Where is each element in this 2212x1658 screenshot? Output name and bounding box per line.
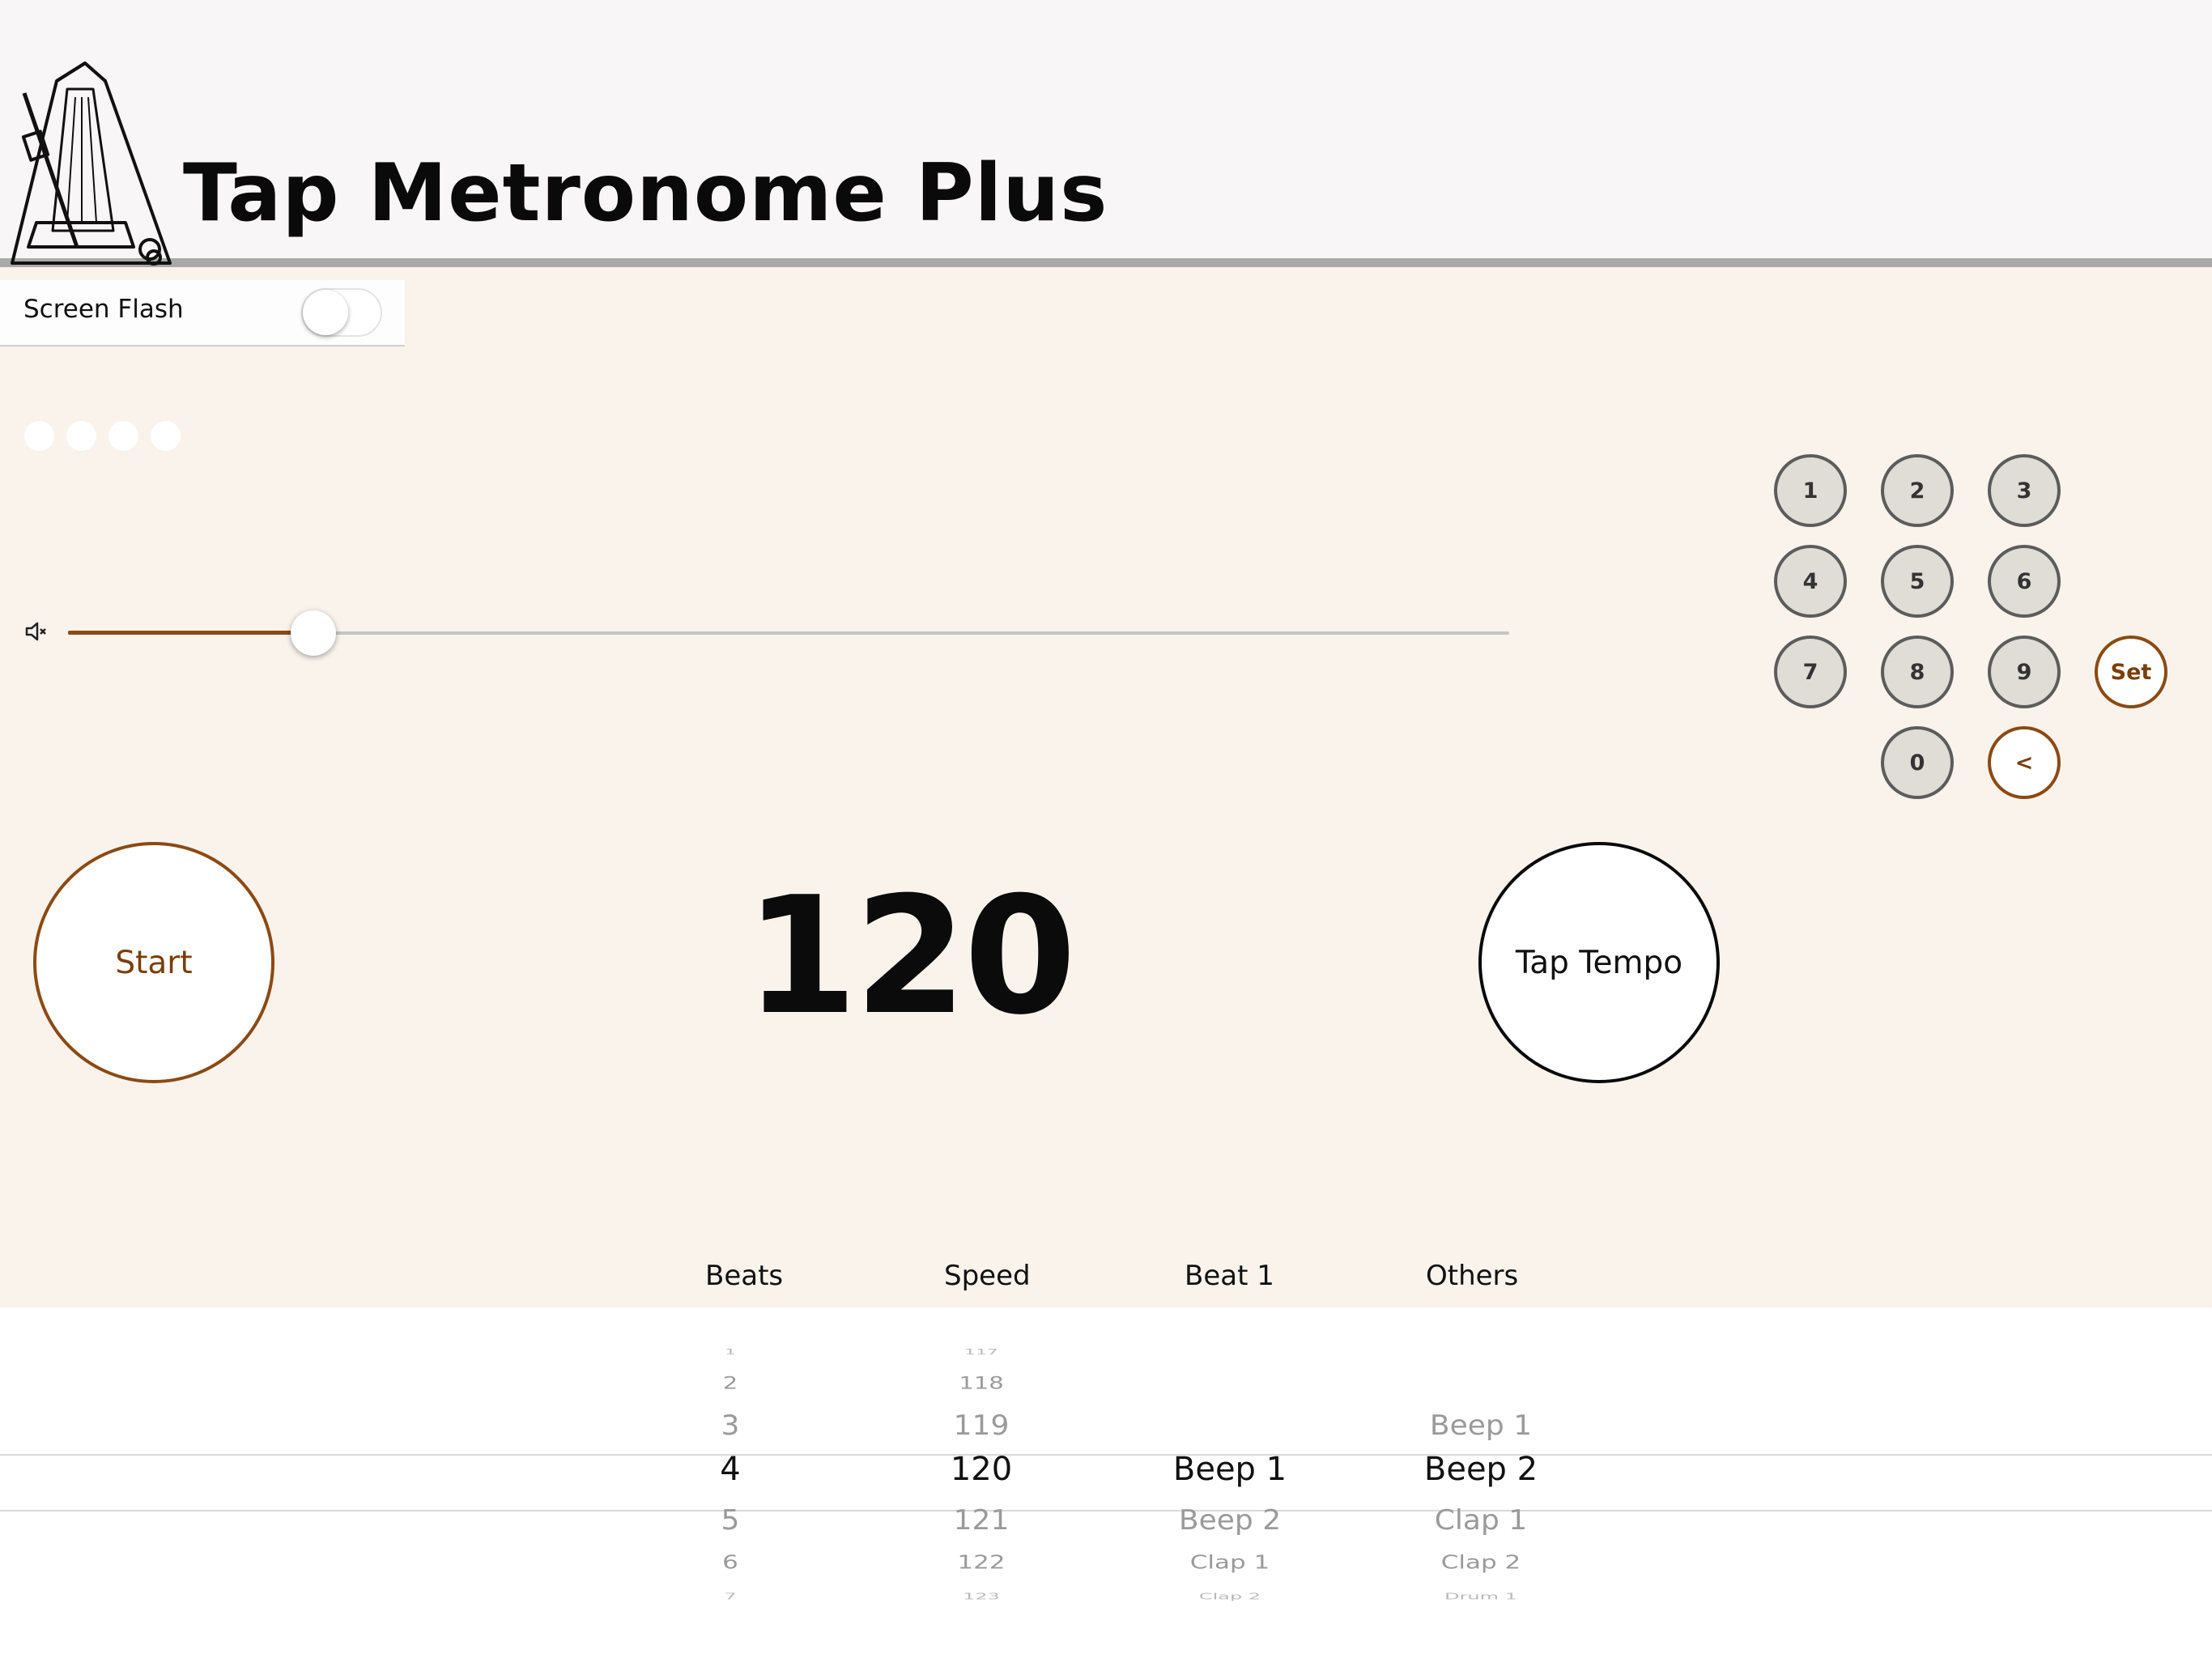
- toggle-knob: [303, 290, 348, 335]
- screen-flash-toggle[interactable]: [301, 288, 382, 337]
- picker-others-item[interactable]: Beep 1: [1430, 1410, 1532, 1442]
- picker-speed-item[interactable]: 122: [957, 1552, 1005, 1574]
- picker-header-speed: Speed: [944, 1260, 1031, 1292]
- picker-beats-item[interactable]: 6: [722, 1552, 738, 1574]
- picker-beats-item[interactable]: 2: [723, 1372, 738, 1393]
- volume-slider[interactable]: [68, 610, 1509, 656]
- beat-dot: [66, 421, 96, 451]
- picker-speed-item[interactable]: 119: [954, 1410, 1010, 1442]
- key-3[interactable]: 3: [1988, 454, 2061, 527]
- selection-line-bottom: [0, 1510, 2212, 1511]
- picker-others-item[interactable]: Clap 2: [1441, 1552, 1521, 1574]
- picker-beats-item[interactable]: 5: [721, 1505, 740, 1537]
- metronome-icon: [11, 62, 172, 266]
- key-2[interactable]: 2: [1881, 454, 1954, 527]
- picker-beats-item[interactable]: 1: [725, 1347, 736, 1356]
- picker-others-item[interactable]: Clap 1: [1435, 1505, 1527, 1537]
- start-button[interactable]: Start: [33, 842, 274, 1083]
- picker-beat1-item[interactable]: Clap 1: [1190, 1552, 1270, 1574]
- slider-fill: [68, 631, 313, 635]
- settings-picker[interactable]: 1 2 3 4 5 6 7 117 118 119 120 121 122 123 Beep 1 Beep 2…: [0, 1307, 2212, 1658]
- picker-others-item[interactable]: Drum 1: [1444, 1592, 1517, 1602]
- beat-dot: [24, 421, 54, 451]
- picker-beats-item[interactable]: 7: [724, 1592, 736, 1602]
- key-0[interactable]: 0: [1881, 726, 1954, 799]
- selection-line-top: [0, 1454, 2212, 1456]
- speaker-muted-icon: [25, 622, 46, 641]
- set-button[interactable]: Set: [2095, 636, 2167, 708]
- picker-speed-item[interactable]: 121: [954, 1505, 1010, 1537]
- app-header: Tap Metronome Plus: [0, 0, 2212, 267]
- key-4[interactable]: 4: [1774, 545, 1847, 618]
- picker-header-beats: Beats: [705, 1260, 784, 1292]
- slider-thumb[interactable]: [290, 610, 336, 656]
- picker-header-others: Others: [1426, 1260, 1519, 1292]
- key-6[interactable]: 6: [1988, 545, 2061, 618]
- bpm-display: 120: [745, 862, 1076, 1051]
- picker-header-beat1: Beat 1: [1185, 1260, 1274, 1292]
- picker-others-item[interactable]: Beep 2: [1424, 1451, 1538, 1488]
- picker-speed-item[interactable]: 120: [951, 1451, 1012, 1488]
- picker-beat1-item[interactable]: Beep 2: [1179, 1505, 1281, 1537]
- key-7[interactable]: 7: [1774, 636, 1847, 708]
- beat-dot: [151, 421, 181, 451]
- picker-beats-item[interactable]: 4: [720, 1451, 740, 1488]
- backspace-button[interactable]: <: [1988, 726, 2061, 799]
- tap-tempo-button[interactable]: Tap Tempo: [1478, 842, 1720, 1083]
- picker-beat1-item[interactable]: Beep 1: [1173, 1451, 1287, 1488]
- picker-beat1-item[interactable]: Clap 2: [1199, 1592, 1261, 1602]
- picker-beats-item[interactable]: 3: [721, 1410, 740, 1442]
- screen-flash-row: Screen Flash: [0, 280, 405, 346]
- key-5[interactable]: 5: [1881, 545, 1954, 618]
- picker-speed-item[interactable]: 118: [959, 1372, 1003, 1393]
- key-8[interactable]: 8: [1881, 636, 1954, 708]
- picker-speed-item[interactable]: 123: [963, 1592, 1000, 1602]
- key-9[interactable]: 9: [1988, 636, 2061, 708]
- key-1[interactable]: 1: [1774, 454, 1847, 527]
- app-title: Tap Metronome Plus: [183, 147, 1108, 240]
- picker-speed-item[interactable]: 117: [964, 1347, 998, 1356]
- screen-flash-label: Screen Flash: [23, 295, 184, 324]
- beat-dot: [108, 421, 138, 451]
